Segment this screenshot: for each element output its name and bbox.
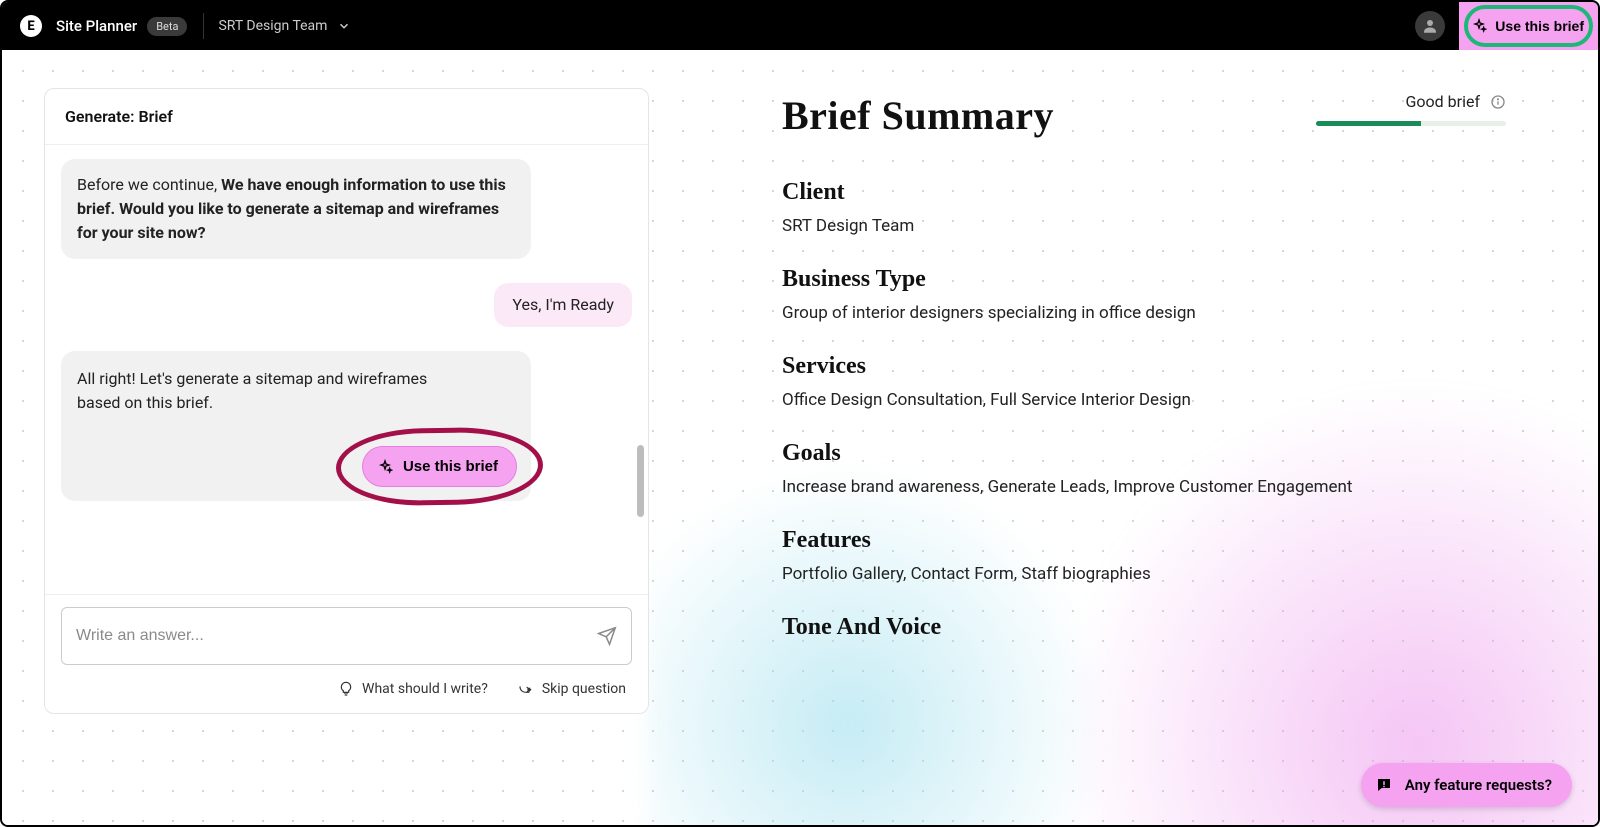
brief-status: Good brief xyxy=(1316,92,1506,126)
section-client: Client SRT Design Team xyxy=(782,179,1506,236)
divider xyxy=(203,13,204,39)
use-brief-label: Use this brief xyxy=(1495,18,1584,34)
chat-panel: Generate: Brief Before we continue, We h… xyxy=(44,88,649,714)
top-bar: E Site Planner Beta SRT Design Team Use … xyxy=(2,2,1598,50)
app-logo: E xyxy=(20,15,42,37)
scrollbar-thumb[interactable] xyxy=(637,445,644,517)
use-brief-top-highlight: Use this brief xyxy=(1459,2,1598,50)
skip-arrow-icon xyxy=(518,681,534,697)
hint-label: What should I write? xyxy=(362,681,488,697)
hint-row: What should I write? Skip question xyxy=(45,671,648,713)
section-value: SRT Design Team xyxy=(782,216,914,236)
hint-label: Skip question xyxy=(542,681,626,697)
sparkle-icon xyxy=(1471,18,1487,34)
section-heading: Tone And Voice xyxy=(782,614,941,641)
info-icon[interactable] xyxy=(1490,94,1506,110)
hint-skip[interactable]: Skip question xyxy=(518,681,626,697)
section-features: Features Portfolio Gallery, Contact Form… xyxy=(782,527,1506,584)
ai-message-text: All right! Let's generate a sitemap and … xyxy=(77,367,457,415)
section-heading: Business Type xyxy=(782,266,926,293)
section-heading: Goals xyxy=(782,440,841,467)
feedback-button[interactable]: Any feature requests? xyxy=(1361,763,1572,807)
use-brief-button-top[interactable]: Use this brief xyxy=(1471,18,1584,34)
chevron-down-icon xyxy=(337,19,351,33)
section-heading: Services xyxy=(782,353,866,380)
main-canvas: Generate: Brief Before we continue, We h… xyxy=(2,50,1598,825)
lightbulb-icon xyxy=(338,681,354,697)
use-brief-label: Use this brief xyxy=(403,458,498,475)
sparkle-icon xyxy=(377,459,393,475)
avatar[interactable] xyxy=(1415,11,1445,41)
ai-message-with-action: All right! Let's generate a sitemap and … xyxy=(61,351,531,501)
send-icon[interactable] xyxy=(597,626,617,646)
panel-header: Generate: Brief xyxy=(45,89,648,144)
answer-input[interactable] xyxy=(76,627,597,645)
section-value: Increase brand awareness, Generate Leads… xyxy=(782,477,1352,497)
section-value: Group of interior designers specializing… xyxy=(782,303,1196,323)
chat-bubble-icon xyxy=(1375,776,1393,794)
team-dropdown[interactable]: SRT Design Team xyxy=(218,18,351,34)
section-tone: Tone And Voice xyxy=(782,614,1506,651)
section-goals: Goals Increase brand awareness, Generate… xyxy=(782,440,1506,497)
chat-area: Before we continue, We have enough infor… xyxy=(45,144,648,595)
input-row xyxy=(45,595,648,671)
app-title: Site Planner xyxy=(56,17,137,35)
status-label: Good brief xyxy=(1406,92,1480,111)
section-services: Services Office Design Consultation, Ful… xyxy=(782,353,1506,410)
hint-what-write[interactable]: What should I write? xyxy=(338,681,488,697)
ai-message: Before we continue, We have enough infor… xyxy=(61,159,531,259)
brief-summary: Brief Summary Good brief Client SRT Desi… xyxy=(782,92,1516,825)
user-message: Yes, I'm Ready xyxy=(494,283,632,327)
ai-message-prefix: Before we continue, xyxy=(77,175,221,194)
section-business-type: Business Type Group of interior designer… xyxy=(782,266,1506,323)
beta-badge: Beta xyxy=(147,17,187,36)
section-heading: Client xyxy=(782,179,845,206)
section-value: Office Design Consultation, Full Service… xyxy=(782,390,1191,410)
progress-bar xyxy=(1316,121,1506,126)
feedback-label: Any feature requests? xyxy=(1405,776,1552,794)
progress-fill xyxy=(1316,121,1421,126)
answer-input-wrap xyxy=(61,607,632,665)
section-heading: Features xyxy=(782,527,871,554)
section-value: Portfolio Gallery, Contact Form, Staff b… xyxy=(782,564,1151,584)
summary-title: Brief Summary xyxy=(782,92,1060,139)
use-brief-button-chat[interactable]: Use this brief xyxy=(362,446,517,487)
team-name: SRT Design Team xyxy=(218,18,327,34)
